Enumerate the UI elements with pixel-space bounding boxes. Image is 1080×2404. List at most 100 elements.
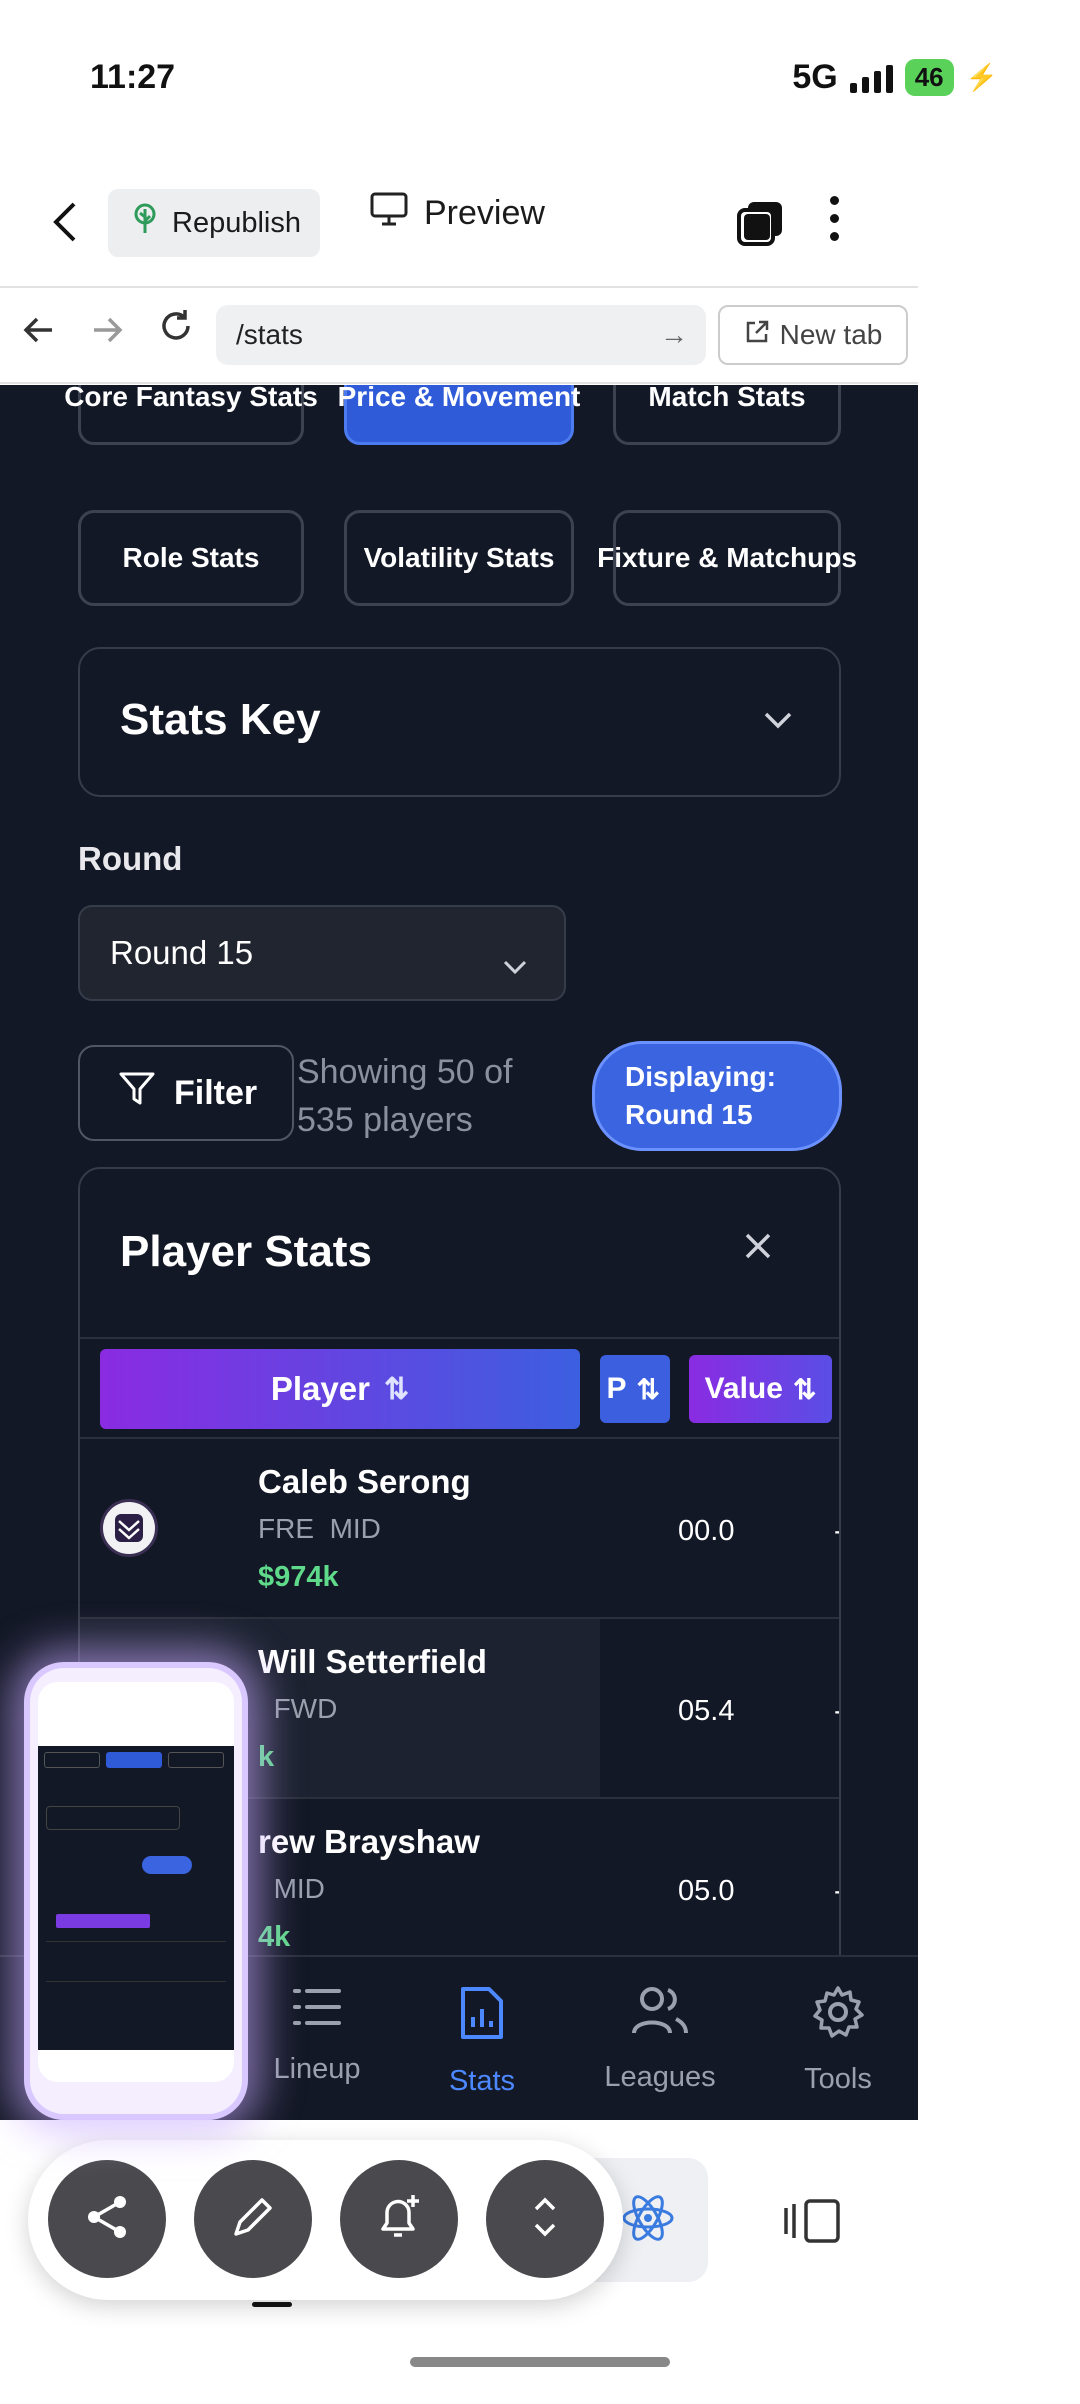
player-team-position: FRE MID: [258, 1513, 381, 1544]
showing-line-1: Showing 50 of: [297, 1053, 513, 1091]
chevron-down-icon: [763, 711, 793, 734]
player-price: $974k: [258, 1561, 339, 1593]
tabs-icon[interactable]: [736, 200, 786, 253]
second-column-label: P: [606, 1372, 627, 1405]
filter-button[interactable]: Filter: [78, 1045, 294, 1141]
nav-tools[interactable]: Tools: [763, 1985, 913, 2096]
network-label: 5G: [792, 58, 838, 96]
preview-label: Preview: [424, 194, 545, 232]
status-indicators: 5G 46 ⚡: [792, 58, 998, 97]
status-time: 11:27: [90, 58, 176, 96]
drag-handle[interactable]: [252, 2302, 292, 2307]
tree-icon: [130, 203, 160, 243]
close-icon[interactable]: [743, 1231, 773, 1266]
list-icon: [291, 1985, 343, 2037]
team-logo-icon: [100, 1499, 158, 1557]
app-preview-thumbnail[interactable]: [30, 1668, 242, 2114]
thumbnail-panel: [46, 1806, 180, 1830]
sort-icon: ⇅: [636, 1373, 660, 1405]
round-label: Round: [78, 840, 183, 877]
tab-price-movement[interactable]: Price & Movement: [338, 385, 580, 445]
value-cell: -: [834, 1695, 839, 1728]
table-row[interactable]: Caleb Serong FRE MID $974k 00.0 -: [80, 1437, 839, 1617]
back-icon[interactable]: [50, 200, 80, 255]
player-team-position: MID: [273, 1873, 325, 1904]
new-tab-button[interactable]: New tab: [718, 305, 908, 365]
stat-value: 05.4: [678, 1695, 735, 1727]
edit-button[interactable]: [194, 2160, 312, 2278]
url-path: /stats: [236, 319, 303, 350]
stats-key-title: Stats Key: [120, 695, 321, 744]
new-tab-label: New tab: [779, 319, 883, 350]
monitor-icon: [370, 192, 408, 235]
pencil-icon: [230, 2194, 276, 2245]
go-arrow-icon[interactable]: →: [660, 305, 688, 365]
player-stats-title: Player Stats: [120, 1227, 372, 1276]
showing-count: Showing 50 of 535 players: [297, 1048, 513, 1144]
player-column-header[interactable]: Player ⇅: [100, 1349, 580, 1429]
external-link-icon: [744, 319, 770, 352]
url-field[interactable]: /stats →: [216, 305, 706, 365]
value-column-header[interactable]: Value ⇅: [689, 1355, 832, 1423]
stats-file-icon: [459, 1985, 505, 2049]
divider: [80, 1337, 839, 1339]
expand-button[interactable]: [486, 2160, 604, 2278]
reload-icon[interactable]: [158, 308, 194, 353]
users-icon: [630, 1985, 690, 2045]
showing-line-2: 535 players: [297, 1101, 473, 1139]
thumbnail-app: [38, 1746, 234, 2050]
battery-level: 46: [904, 59, 954, 96]
second-column-header[interactable]: P ⇅: [600, 1355, 670, 1423]
republish-button[interactable]: Republish: [108, 189, 320, 257]
thumbnail-divider: [46, 1981, 226, 1982]
stat-value: 00.0: [678, 1515, 735, 1547]
thumbnail-chip: [44, 1752, 100, 1768]
preview-button[interactable]: Preview: [370, 192, 545, 235]
value-cell: -: [834, 1875, 839, 1908]
nav-leagues[interactable]: Leagues: [585, 1985, 735, 2094]
split-screen-icon[interactable]: [782, 2198, 842, 2249]
round-select[interactable]: Round 15: [78, 905, 566, 1001]
value-column-label: Value: [704, 1372, 783, 1405]
republish-label: Republish: [172, 206, 301, 239]
gear-icon: [811, 1985, 865, 2047]
nav-lineup-label: Lineup: [273, 2053, 361, 2085]
displaying-line-1: Displaying:: [625, 1061, 776, 1092]
player-price: k: [258, 1741, 275, 1773]
bell-plus-icon: [373, 2191, 425, 2248]
react-icon: [620, 2190, 676, 2251]
thumbnail-divider: [46, 1941, 226, 1942]
sort-icon: ⇅: [383, 1372, 410, 1406]
player-name: rew Brayshaw: [258, 1823, 480, 1860]
nav-stats[interactable]: Stats: [407, 1985, 557, 2098]
tab-core-fantasy-stats[interactable]: Core Fantasy Stats: [64, 385, 318, 445]
thumbnail-badge: [142, 1856, 192, 1874]
add-reminder-button[interactable]: [340, 2160, 458, 2278]
nav-leagues-label: Leagues: [604, 2061, 716, 2093]
chevron-down-icon: [502, 945, 528, 983]
round-selected-value: Round 15: [110, 934, 254, 971]
share-icon: [82, 2192, 132, 2247]
tab-fixture-matchups[interactable]: Fixture & Matchups: [597, 510, 857, 606]
stats-key-panel[interactable]: Stats Key: [78, 647, 841, 797]
browser-back-icon[interactable]: [22, 312, 56, 354]
filter-label: Filter: [174, 1073, 258, 1112]
thumbnail-footer: [38, 2050, 234, 2082]
more-menu-icon[interactable]: [830, 196, 839, 241]
player-column-label: Player: [270, 1370, 370, 1407]
home-indicator[interactable]: [410, 2357, 670, 2367]
browser-forward-icon[interactable]: [90, 312, 124, 354]
tab-match-stats[interactable]: Match Stats: [613, 385, 841, 445]
thumbnail-screen: [38, 1682, 234, 2082]
share-button[interactable]: [48, 2160, 166, 2278]
value-cell: -: [834, 1515, 839, 1548]
tab-volatility-stats[interactable]: Volatility Stats: [344, 510, 574, 606]
nav-lineup[interactable]: Lineup: [242, 1985, 392, 2086]
status-bar: 11:27 5G 46 ⚡: [0, 0, 1080, 160]
player-team-position: FWD: [273, 1693, 338, 1724]
signal-icon: [849, 63, 893, 93]
displaying-round-badge: Displaying: Round 15: [592, 1041, 842, 1151]
nav-tools-label: Tools: [804, 2063, 872, 2095]
tab-role-stats[interactable]: Role Stats: [78, 510, 304, 606]
charging-icon: ⚡: [965, 62, 998, 92]
